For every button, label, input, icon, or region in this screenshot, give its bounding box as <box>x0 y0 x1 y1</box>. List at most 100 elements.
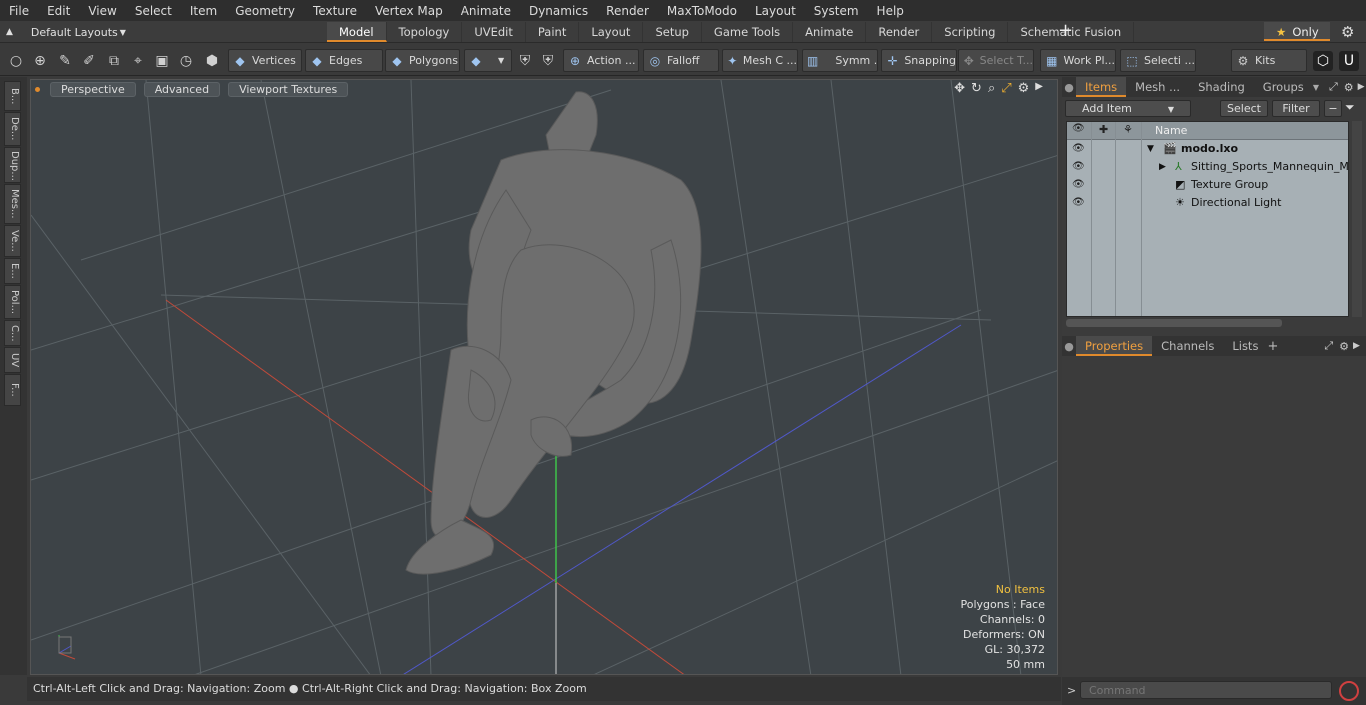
command-input[interactable] <box>1080 681 1332 699</box>
expand-panel-icon[interactable]: ⤢ <box>1329 80 1338 94</box>
globe-icon[interactable]: ⊕ <box>30 51 50 71</box>
vtab-deform[interactable]: De... <box>4 112 21 146</box>
symmetry-shield-icon[interactable]: ⛨ <box>515 51 535 71</box>
tab-topology[interactable]: Topology <box>387 22 463 42</box>
vtab-basic[interactable]: B... <box>4 81 21 111</box>
vtab-edge[interactable]: E... <box>4 258 21 284</box>
expand-arrow-icon[interactable]: ▶ <box>1159 158 1166 176</box>
menu-view[interactable]: View <box>79 4 125 18</box>
add-item-button[interactable]: Add Item ▼ <box>1065 100 1191 117</box>
expand-panel-icon[interactable]: ⤢ <box>1324 339 1333 353</box>
menu-system[interactable]: System <box>805 4 868 18</box>
menu-edit[interactable]: Edit <box>38 4 79 18</box>
tree-row-light[interactable]: 👁 ☀ Directional Light <box>1067 194 1348 212</box>
menu-dynamics[interactable]: Dynamics <box>520 4 597 18</box>
panel-dot-icon[interactable]: ● <box>1062 340 1076 353</box>
viewport-gear-icon[interactable]: ⚙ <box>1018 81 1030 96</box>
viewport-menu-dot-icon[interactable] <box>35 86 40 92</box>
tab-setup[interactable]: Setup <box>643 22 702 42</box>
add-tab-icon[interactable]: + <box>1058 22 1073 40</box>
menu-help[interactable]: Help <box>868 4 913 18</box>
zoom-view-icon[interactable]: ⌕ <box>988 81 995 96</box>
action-center-button[interactable]: ⊕ Action ... <box>563 49 639 72</box>
expand-arrow-icon[interactable]: ▼ <box>1147 140 1154 158</box>
frame-icon[interactable]: ▣ <box>152 51 172 71</box>
snapping-button[interactable]: ✛ Snapping <box>881 49 957 72</box>
panel-arrow-icon[interactable]: ▶ <box>1353 341 1360 351</box>
unreal-icon[interactable]: U <box>1339 51 1359 71</box>
mesh-constraints-button[interactable]: ✦ Mesh C ... <box>722 49 798 72</box>
brush-icon[interactable]: ✐ <box>79 51 99 71</box>
tab-scripting[interactable]: Scripting <box>932 22 1009 42</box>
3d-viewport[interactable]: Perspective Advanced Viewport Textures ✥… <box>30 79 1058 675</box>
item-mode-icon[interactable]: ⬢ <box>202 51 222 71</box>
tab-animate[interactable]: Animate <box>793 22 867 42</box>
menu-maxtomodo[interactable]: MaxToModo <box>658 4 746 18</box>
center-icon[interactable]: ⌖ <box>128 51 148 71</box>
kits-button[interactable]: ⚙ Kits <box>1231 49 1307 72</box>
tab-groups[interactable]: Groups <box>1254 77 1313 97</box>
symmetry-button[interactable]: ▥ Symm ... <box>802 49 878 72</box>
tab-channels[interactable]: Channels <box>1152 336 1223 356</box>
menu-layout[interactable]: Layout <box>746 4 805 18</box>
vtab-vertex[interactable]: Ve... <box>4 225 21 257</box>
pen-icon[interactable]: ✎ <box>55 51 75 71</box>
menu-texture[interactable]: Texture <box>304 4 366 18</box>
panel-gear-icon[interactable]: ⚙ <box>1344 81 1354 94</box>
stack-icon[interactable]: ⧉ <box>104 51 124 71</box>
tab-properties[interactable]: Properties <box>1076 336 1153 356</box>
gear-icon[interactable]: ⚙ <box>1341 23 1354 41</box>
unity-icon[interactable]: ⬡ <box>1313 51 1333 71</box>
panel-gear-icon[interactable]: ⚙ <box>1339 340 1349 353</box>
menu-file[interactable]: File <box>0 4 38 18</box>
perspective-button[interactable]: Perspective <box>50 81 136 97</box>
vtab-duplicate[interactable]: Dup... <box>4 147 21 183</box>
material-dropdown[interactable]: ◆ ▼ <box>464 49 512 72</box>
only-toggle[interactable]: ★ Only <box>1264 22 1330 41</box>
select-through-button[interactable]: ✥ Select T... <box>958 49 1034 72</box>
timer-icon[interactable]: ◷ <box>176 51 196 71</box>
visibility-eye-icon[interactable]: 👁 <box>1072 140 1085 158</box>
panel-arrow-icon[interactable]: ▶ <box>1358 82 1365 92</box>
visibility-eye-icon[interactable]: 👁 <box>1072 194 1085 212</box>
vtab-curve[interactable]: C... <box>4 320 21 346</box>
circle-select-icon[interactable]: ○ <box>6 51 26 71</box>
viewport-textures-button[interactable]: Viewport Textures <box>228 81 349 97</box>
selection-sets-button[interactable]: ⬚ Selecti ... <box>1120 49 1196 72</box>
tree-row-texture-group[interactable]: 👁 ◩ Texture Group <box>1067 176 1348 194</box>
layouts-dropdown[interactable]: ▲ Default Layouts ▼ <box>6 24 126 40</box>
menu-select[interactable]: Select <box>126 4 181 18</box>
falloff-button[interactable]: ◎ Falloff <box>643 49 719 72</box>
select-shield-icon[interactable]: ⛨ <box>538 51 558 71</box>
tree-horizontal-scrollbar[interactable] <box>1066 319 1282 327</box>
funnel-icon[interactable]: ⏷ <box>1345 100 1361 117</box>
tab-model[interactable]: Model <box>327 22 387 42</box>
vtab-fusion[interactable]: F... <box>4 374 21 406</box>
vertices-button[interactable]: ◆ Vertices <box>228 49 302 72</box>
collapse-icon[interactable]: − <box>1324 100 1342 117</box>
advanced-button[interactable]: Advanced <box>143 81 221 97</box>
menu-render[interactable]: Render <box>597 4 658 18</box>
maximize-icon[interactable]: ⤢ <box>1001 81 1011 96</box>
name-column-header[interactable]: Name <box>1155 124 1187 137</box>
edges-button[interactable]: ◆ Edges <box>305 49 383 72</box>
tab-lists[interactable]: Lists <box>1223 336 1267 356</box>
record-icon[interactable] <box>1339 681 1359 701</box>
vtab-uv[interactable]: UV <box>4 347 21 373</box>
menu-animate[interactable]: Animate <box>452 4 520 18</box>
expand-arrow-icon[interactable]: ▶ <box>1035 81 1043 96</box>
tab-shading[interactable]: Shading <box>1189 77 1254 97</box>
add-tab-icon[interactable]: + <box>1267 339 1278 354</box>
tab-uvedit[interactable]: UVEdit <box>462 22 526 42</box>
polygons-button[interactable]: ◆ Polygons <box>385 49 460 72</box>
vtab-polygon[interactable]: Pol... <box>4 285 21 319</box>
vtab-mesh-edit[interactable]: Mes... <box>4 184 21 224</box>
tree-row-scene[interactable]: 👁 ▼ 🎬 modo.lxo <box>1067 140 1348 158</box>
tab-items[interactable]: Items <box>1076 77 1127 97</box>
tab-game-tools[interactable]: Game Tools <box>702 22 794 42</box>
tree-vertical-scrollbar[interactable] <box>1352 121 1362 317</box>
tab-paint[interactable]: Paint <box>526 22 580 42</box>
visibility-eye-icon[interactable]: 👁 <box>1072 176 1085 194</box>
menu-vertex-map[interactable]: Vertex Map <box>366 4 452 18</box>
menu-item[interactable]: Item <box>181 4 226 18</box>
